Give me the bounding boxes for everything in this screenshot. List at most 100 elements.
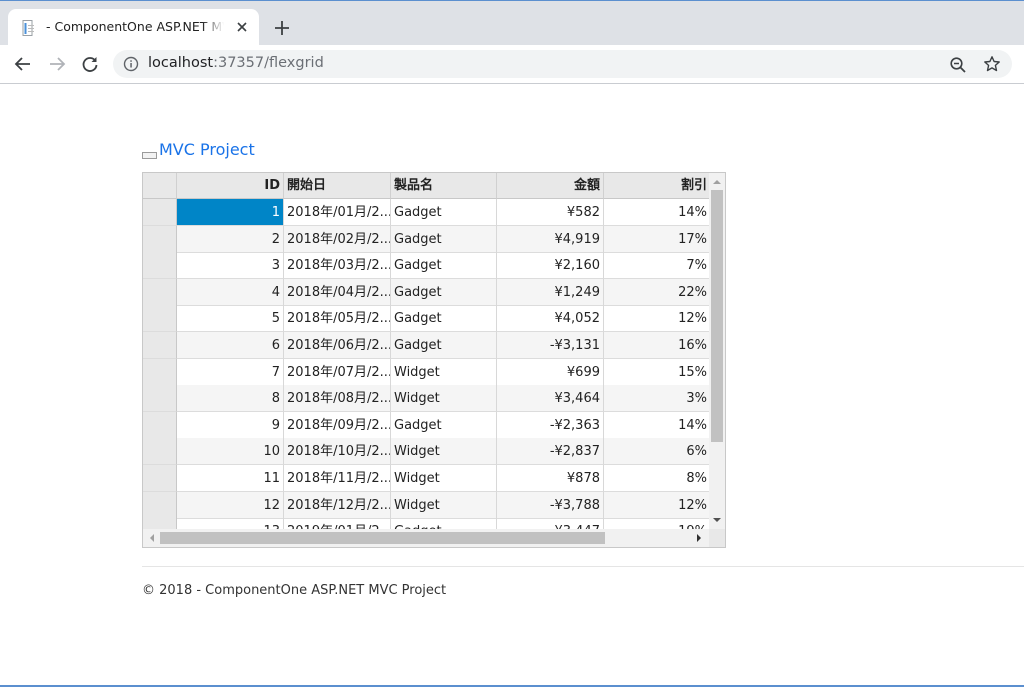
cell-id[interactable]: 4	[177, 279, 284, 306]
cell-start-date[interactable]: 2018年/11月/2...	[284, 465, 391, 492]
cell-product[interactable]: Gadget	[391, 332, 497, 359]
column-header-amount[interactable]: 金額	[497, 173, 604, 199]
cell-start-date[interactable]: 2018年/01月/2...	[284, 199, 391, 226]
vertical-scrollbar[interactable]	[709, 173, 725, 529]
row-header[interactable]	[143, 438, 177, 465]
reload-icon[interactable]	[80, 54, 100, 74]
row-header[interactable]	[143, 226, 177, 253]
scroll-right-icon[interactable]	[694, 533, 704, 543]
cell-product[interactable]: Widget	[391, 465, 497, 492]
cell-product[interactable]: Gadget	[391, 252, 497, 279]
row-header[interactable]	[143, 385, 177, 412]
cell-amount[interactable]: ¥4,052	[497, 305, 604, 332]
cell-start-date[interactable]: 2018年/10月/2...	[284, 438, 391, 465]
cell-start-date[interactable]: 2018年/07月/2...	[284, 359, 391, 386]
cell-start-date[interactable]: 2018年/08月/2...	[284, 385, 391, 412]
cell-product[interactable]: Gadget	[391, 412, 497, 439]
cell-product[interactable]: Gadget	[391, 279, 497, 306]
cell-id[interactable]: 10	[177, 438, 284, 465]
cell-amount[interactable]: -¥2,837	[497, 438, 604, 465]
column-header-discount[interactable]: 割引	[604, 173, 709, 199]
cell-amount[interactable]: ¥3,464	[497, 385, 604, 412]
cell-id[interactable]: 5	[177, 305, 284, 332]
row-header[interactable]	[143, 518, 177, 529]
cell-id[interactable]: 7	[177, 359, 284, 386]
cell-amount[interactable]: -¥3,131	[497, 332, 604, 359]
navbar-toggle-icon[interactable]	[142, 152, 157, 159]
vertical-scroll-thumb[interactable]	[711, 190, 723, 442]
row-header[interactable]	[143, 359, 177, 386]
address-bar[interactable]: localhost:37357/flexgrid	[113, 50, 1012, 78]
cell-discount[interactable]: 17%	[604, 226, 709, 253]
arrow-right-icon[interactable]	[47, 54, 67, 74]
cell-discount[interactable]: 19%	[604, 518, 709, 529]
cell-id[interactable]: 6	[177, 332, 284, 359]
scroll-up-icon[interactable]	[712, 177, 722, 187]
cell-product[interactable]: Gadget	[391, 226, 497, 253]
row-header[interactable]	[143, 332, 177, 359]
cell-discount[interactable]: 12%	[604, 492, 709, 519]
arrow-left-icon[interactable]	[13, 54, 33, 74]
cell-amount[interactable]: ¥2,160	[497, 252, 604, 279]
cell-id[interactable]: 13	[177, 518, 284, 529]
info-icon[interactable]	[123, 56, 139, 72]
cell-product[interactable]: Widget	[391, 492, 497, 519]
cell-discount[interactable]: 22%	[604, 279, 709, 306]
cell-start-date[interactable]: 2018年/09月/2...	[284, 412, 391, 439]
column-header-product[interactable]: 製品名	[391, 173, 497, 199]
cell-discount[interactable]: 8%	[604, 465, 709, 492]
cell-product[interactable]: Gadget	[391, 199, 497, 226]
cell-amount[interactable]: ¥3,447	[497, 518, 604, 529]
cell-discount[interactable]: 12%	[604, 305, 709, 332]
cell-start-date[interactable]: 2019年/01月/2...	[284, 518, 391, 529]
column-header-id[interactable]: ID	[177, 173, 284, 199]
cell-id[interactable]: 3	[177, 252, 284, 279]
cell-discount[interactable]: 7%	[604, 252, 709, 279]
cell-amount[interactable]: -¥3,788	[497, 492, 604, 519]
cell-id[interactable]: 12	[177, 492, 284, 519]
brand-link[interactable]: MVC Project	[159, 140, 255, 159]
cell-amount[interactable]: ¥4,919	[497, 226, 604, 253]
cell-product[interactable]: Widget	[391, 385, 497, 412]
scroll-down-icon[interactable]	[712, 515, 722, 525]
row-header[interactable]	[143, 492, 177, 519]
cell-discount[interactable]: 15%	[604, 359, 709, 386]
cell-id[interactable]: 2	[177, 226, 284, 253]
cell-amount[interactable]: -¥2,363	[497, 412, 604, 439]
cell-discount[interactable]: 16%	[604, 332, 709, 359]
cell-amount[interactable]: ¥878	[497, 465, 604, 492]
cell-id[interactable]: 8	[177, 385, 284, 412]
cell-id[interactable]: 9	[177, 412, 284, 439]
scroll-left-icon[interactable]	[147, 533, 157, 543]
cell-start-date[interactable]: 2018年/04月/2...	[284, 279, 391, 306]
cell-start-date[interactable]: 2018年/02月/2...	[284, 226, 391, 253]
flexgrid[interactable]: ID 開始日 製品名 金額 割引 1 2018年/01月/2... Gadget ¥5…	[142, 172, 726, 548]
cell-discount[interactable]: 14%	[604, 199, 709, 226]
row-header[interactable]	[143, 465, 177, 492]
browser-tab[interactable]: - ComponentOne ASP.NET MVC Project	[8, 9, 259, 45]
column-header-start-date[interactable]: 開始日	[284, 173, 391, 199]
row-header[interactable]	[143, 199, 177, 226]
cell-amount[interactable]: ¥1,249	[497, 279, 604, 306]
cell-product[interactable]: Gadget	[391, 305, 497, 332]
zoom-out-icon[interactable]	[949, 56, 967, 74]
cell-discount[interactable]: 6%	[604, 438, 709, 465]
cell-id[interactable]: 1	[177, 199, 284, 226]
row-header[interactable]	[143, 252, 177, 279]
star-icon[interactable]	[983, 55, 1001, 73]
url-text[interactable]: localhost:37357/flexgrid	[148, 55, 324, 71]
cell-start-date[interactable]: 2018年/12月/2...	[284, 492, 391, 519]
cell-amount[interactable]: ¥699	[497, 359, 604, 386]
plus-icon[interactable]	[272, 18, 292, 38]
cell-product[interactable]: Widget	[391, 359, 497, 386]
cell-start-date[interactable]: 2018年/03月/2...	[284, 252, 391, 279]
cell-product[interactable]: Widget	[391, 438, 497, 465]
row-header[interactable]	[143, 305, 177, 332]
close-icon[interactable]	[234, 19, 250, 35]
cell-start-date[interactable]: 2018年/06月/2...	[284, 332, 391, 359]
cell-discount[interactable]: 14%	[604, 412, 709, 439]
cell-discount[interactable]: 3%	[604, 385, 709, 412]
horizontal-scrollbar[interactable]	[143, 529, 709, 547]
cell-id[interactable]: 11	[177, 465, 284, 492]
row-header[interactable]	[143, 279, 177, 306]
